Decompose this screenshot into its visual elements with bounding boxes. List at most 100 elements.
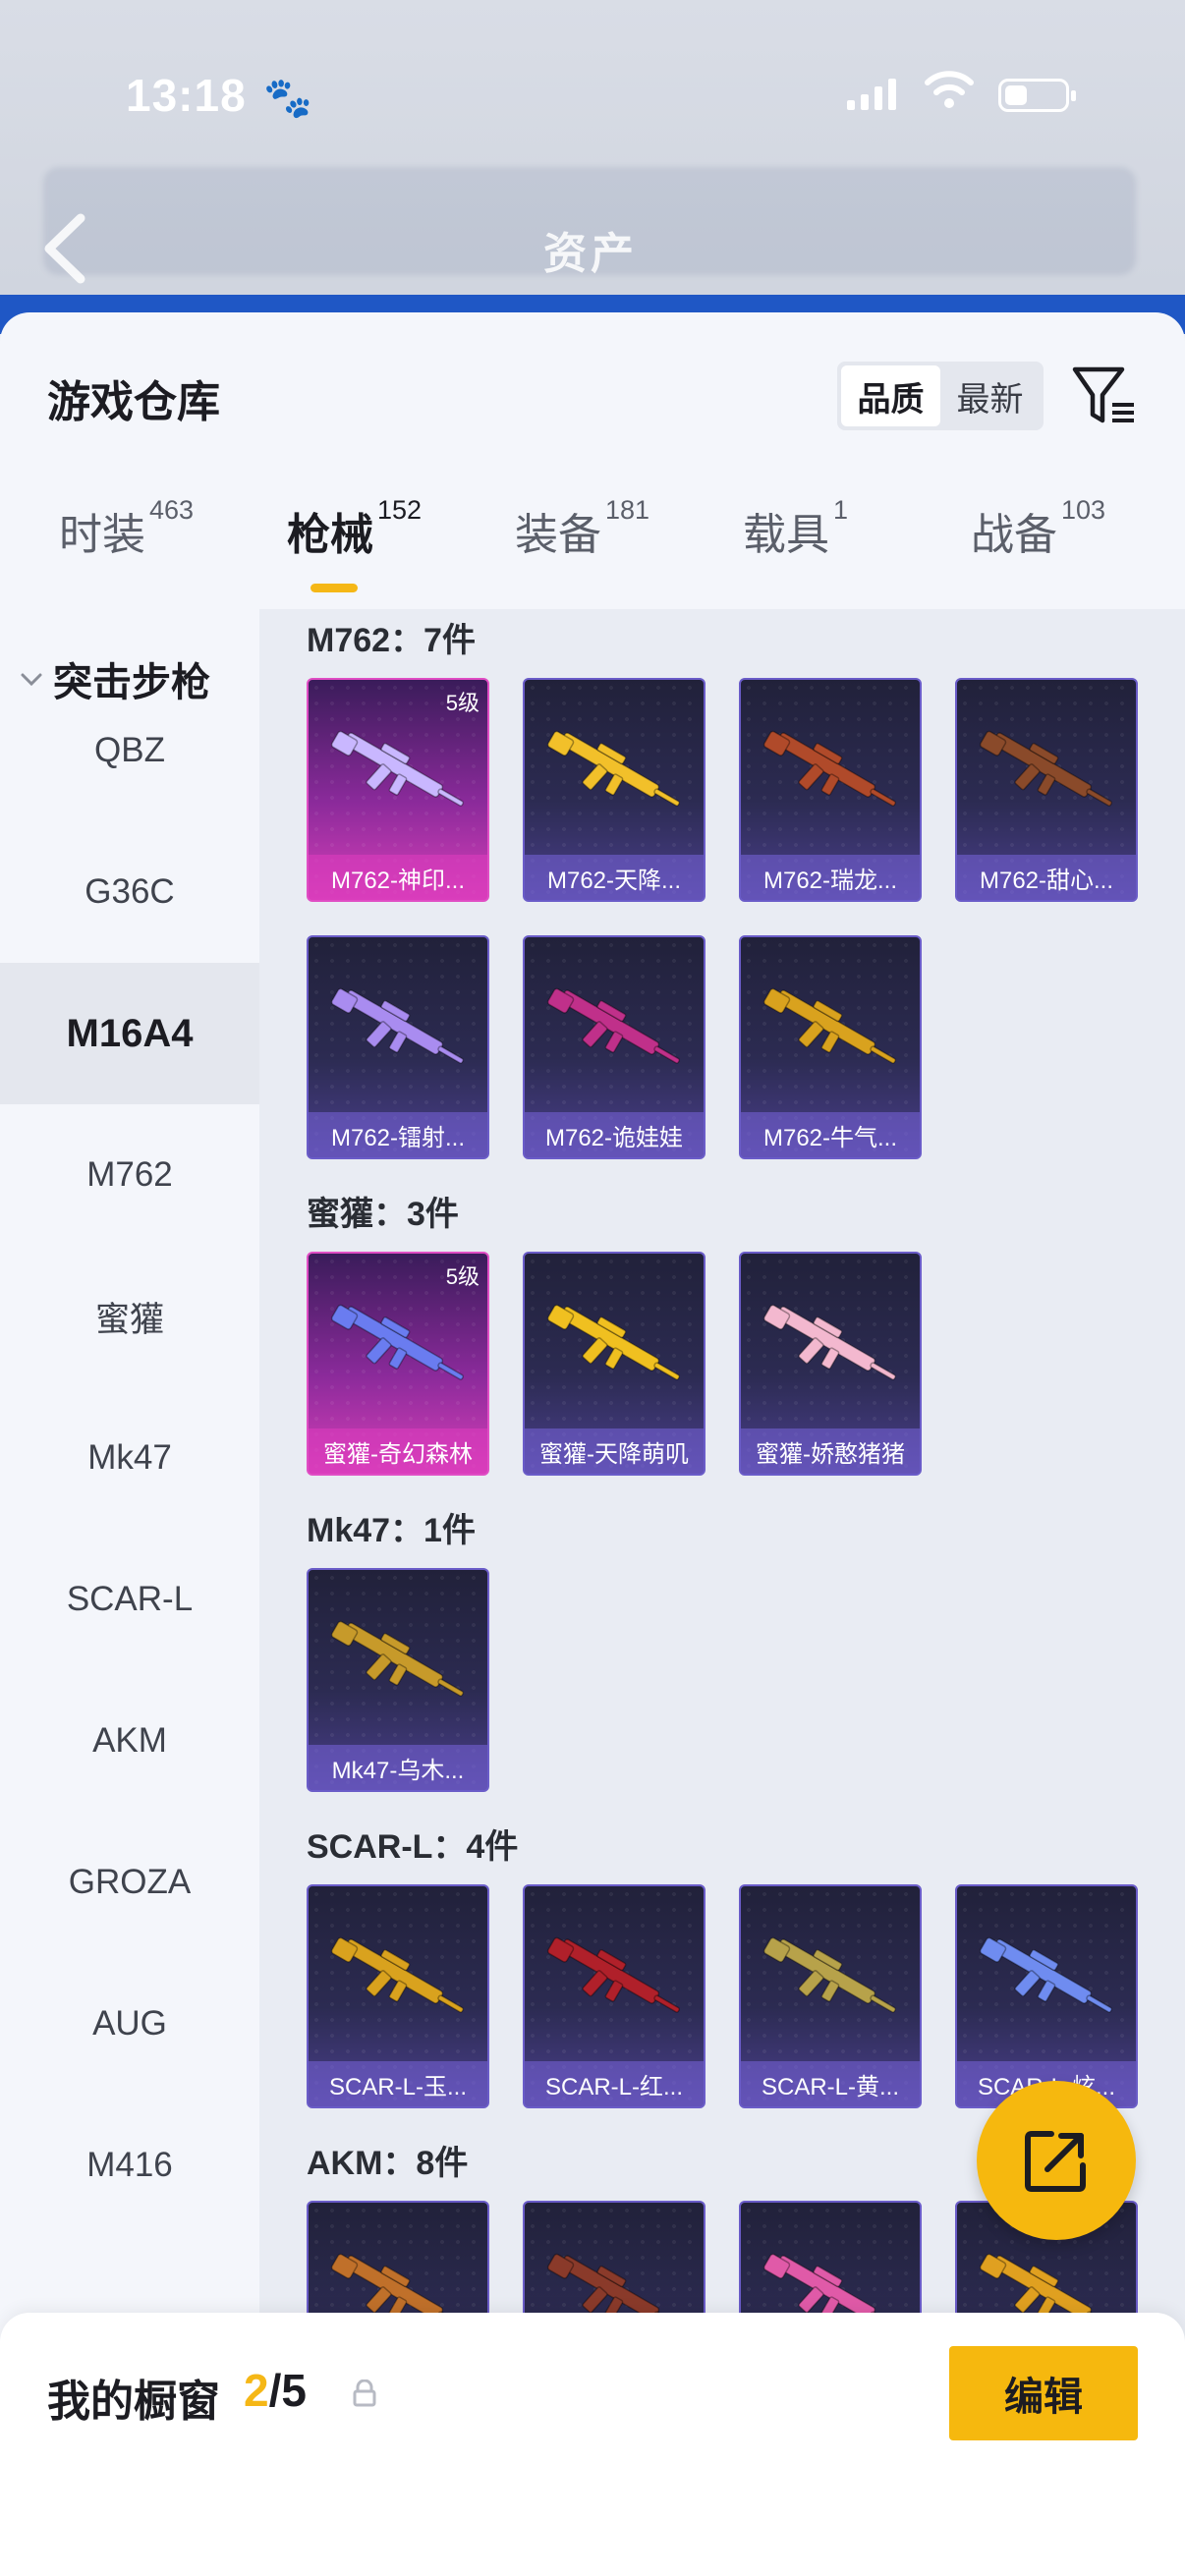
active-tab-indicator [310, 584, 358, 592]
skin-name: M762-诡娃娃 [525, 1112, 704, 1157]
rifle-icon [546, 1936, 681, 2013]
tab-fashion[interactable]: 时装463 [59, 495, 194, 562]
tab-vehicles[interactable]: 载具1 [743, 495, 848, 562]
skin-card[interactable]: M762-瑞龙... [739, 678, 922, 902]
skin-name: M762-甜心... [957, 855, 1136, 900]
skin-name: SCAR-L-红... [525, 2061, 704, 2106]
tab-label: 载具 [743, 511, 829, 559]
skin-card[interactable]: M762-甜心... [955, 678, 1138, 902]
rifle-icon [762, 1936, 897, 2013]
battery-icon [998, 79, 1076, 112]
skin-card[interactable]: SCAR-L-黄... [739, 1884, 922, 2108]
nav-item-m16a4[interactable]: M16A4 [0, 963, 259, 1104]
tab-count: 1 [833, 495, 849, 525]
category-tabs: 时装463 枪械152 装备181 载具1 战备103 [0, 495, 1185, 607]
sort-toggle: 品质 最新 [837, 362, 1044, 430]
nav-item-mk47[interactable]: Mk47 [0, 1387, 259, 1529]
skin-card[interactable]: 蜜獾-天降萌叽 [523, 1252, 705, 1476]
rifle-icon [546, 987, 681, 1064]
skin-card[interactable]: 5级 M762-神印... [307, 678, 489, 902]
tab-count: 152 [377, 495, 423, 525]
skin-card[interactable]: SCAR-L-炫... [955, 1884, 1138, 2108]
sort-quality-button[interactable]: 品质 [841, 365, 940, 426]
skin-card[interactable]: M762-牛气... [739, 935, 922, 1159]
rifle-icon [330, 1620, 465, 1697]
status-time: 13:18 [126, 70, 247, 121]
skin-name: 蜜獾-奇幻森林 [309, 1428, 487, 1474]
skin-card[interactable]: M762-天降... [523, 678, 705, 902]
rifle-icon [330, 1936, 465, 2013]
status-bar: 13:18 🐾 [0, 59, 1185, 138]
rifle-icon [546, 730, 681, 807]
share-button[interactable] [977, 2081, 1136, 2240]
tab-count: 103 [1061, 495, 1106, 525]
edit-showcase-button[interactable]: 编辑 [949, 2346, 1138, 2440]
tab-label: 枪械 [287, 511, 373, 559]
nav-item-aug[interactable]: AUG [0, 1953, 259, 2095]
sort-newest-button[interactable]: 最新 [940, 365, 1040, 426]
warehouse-title: 游戏仓库 [47, 378, 220, 426]
skin-card[interactable]: M762-镭射... [307, 935, 489, 1159]
tab-label: 时装 [59, 511, 145, 559]
skin-name: M762-瑞龙... [741, 855, 920, 900]
tab-count: 181 [605, 495, 650, 525]
nav-item-scar-l[interactable]: SCAR-L [0, 1529, 259, 1670]
nav-item-honey-badger[interactable]: 蜜獾 [0, 1246, 259, 1387]
rifle-icon [762, 987, 897, 1064]
wifi-icon [925, 71, 974, 108]
skin-name: M762-神印... [309, 855, 487, 900]
rifle-icon [330, 987, 465, 1064]
skin-card[interactable]: M762-诡娃娃 [523, 935, 705, 1159]
nav-item-qbz[interactable]: QBZ [0, 680, 259, 821]
nav-item-groza[interactable]: GROZA [0, 1812, 259, 1953]
skin-name: SCAR-L-玉... [309, 2061, 487, 2106]
tab-count: 463 [149, 495, 195, 525]
showcase-max: 5 [281, 2365, 307, 2416]
signal-icon [847, 77, 896, 110]
back-arrow-icon[interactable] [39, 212, 92, 285]
nav-item-akm[interactable]: AKM [0, 1670, 259, 1812]
skin-name: Mk47-乌木... [309, 1745, 487, 1790]
level-badge: 5级 [445, 1264, 480, 1289]
nav-item-m762[interactable]: M762 [0, 1104, 259, 1246]
warehouse-sheet: 游戏仓库 品质 最新 时装463 枪械152 装备181 载具1 战备103 突… [0, 312, 1185, 2576]
nav-item-m416[interactable]: M416 [0, 2095, 259, 2236]
share-icon [1025, 2131, 1086, 2192]
rifle-icon [762, 730, 897, 807]
rifle-icon [330, 730, 465, 807]
skin-card[interactable]: SCAR-L-玉... [307, 1884, 489, 2108]
showcase-current: 2 [244, 2365, 269, 2416]
rifle-icon [979, 1936, 1113, 2013]
skin-name: M762-镭射... [309, 1112, 487, 1157]
tab-supplies[interactable]: 战备103 [971, 495, 1105, 562]
tab-label: 装备 [515, 511, 601, 559]
app-root: 13:18 🐾 资产 游戏仓库 品质 最新 时装463 枪械152 装备181 … [0, 0, 1185, 2576]
skin-name: 蜜獾-娇憨猪猪 [741, 1428, 920, 1474]
level-badge: 5级 [445, 691, 480, 715]
group-label: 蜜獾：3件 [307, 1196, 459, 1233]
lock-icon [353, 2380, 376, 2407]
skin-grid: M762：7件 5级 M762-神印... M762-天降... M762-瑞龙... M… [259, 609, 1185, 2576]
weapon-type-nav: 突击步枪 QBZ G36C M16A4 M762 蜜獾 Mk47 SCAR-L … [0, 609, 259, 2576]
group-label: AKM：8件 [307, 2145, 469, 2182]
group-label: Mk47：1件 [307, 1512, 476, 1549]
skin-card[interactable]: Mk47-乌木... [307, 1568, 489, 1792]
rifle-icon [330, 1304, 465, 1380]
skin-card[interactable]: 蜜獾-娇憨猪猪 [739, 1252, 922, 1476]
tab-weapons[interactable]: 枪械152 [287, 495, 422, 562]
paw-icon: 🐾 [263, 77, 312, 120]
tab-label: 战备 [971, 511, 1057, 559]
group-label: M762：7件 [307, 622, 476, 659]
rifle-icon [762, 1304, 897, 1380]
showcase-bar: 我的橱窗 2/5 编辑 [0, 2313, 1185, 2576]
showcase-separator: / [268, 2365, 282, 2416]
skin-name: SCAR-L-黄... [741, 2061, 920, 2106]
filter-icon[interactable] [1071, 364, 1138, 426]
skin-name: 蜜獾-天降萌叽 [525, 1428, 704, 1474]
nav-item-g36c[interactable]: G36C [0, 821, 259, 963]
skin-card[interactable]: 5级蜜獾-奇幻森林 [307, 1252, 489, 1476]
tab-equipment[interactable]: 装备181 [515, 495, 649, 562]
group-label: SCAR-L：4件 [307, 1828, 519, 1866]
skin-name: M762-牛气... [741, 1112, 920, 1157]
skin-card[interactable]: SCAR-L-红... [523, 1884, 705, 2108]
